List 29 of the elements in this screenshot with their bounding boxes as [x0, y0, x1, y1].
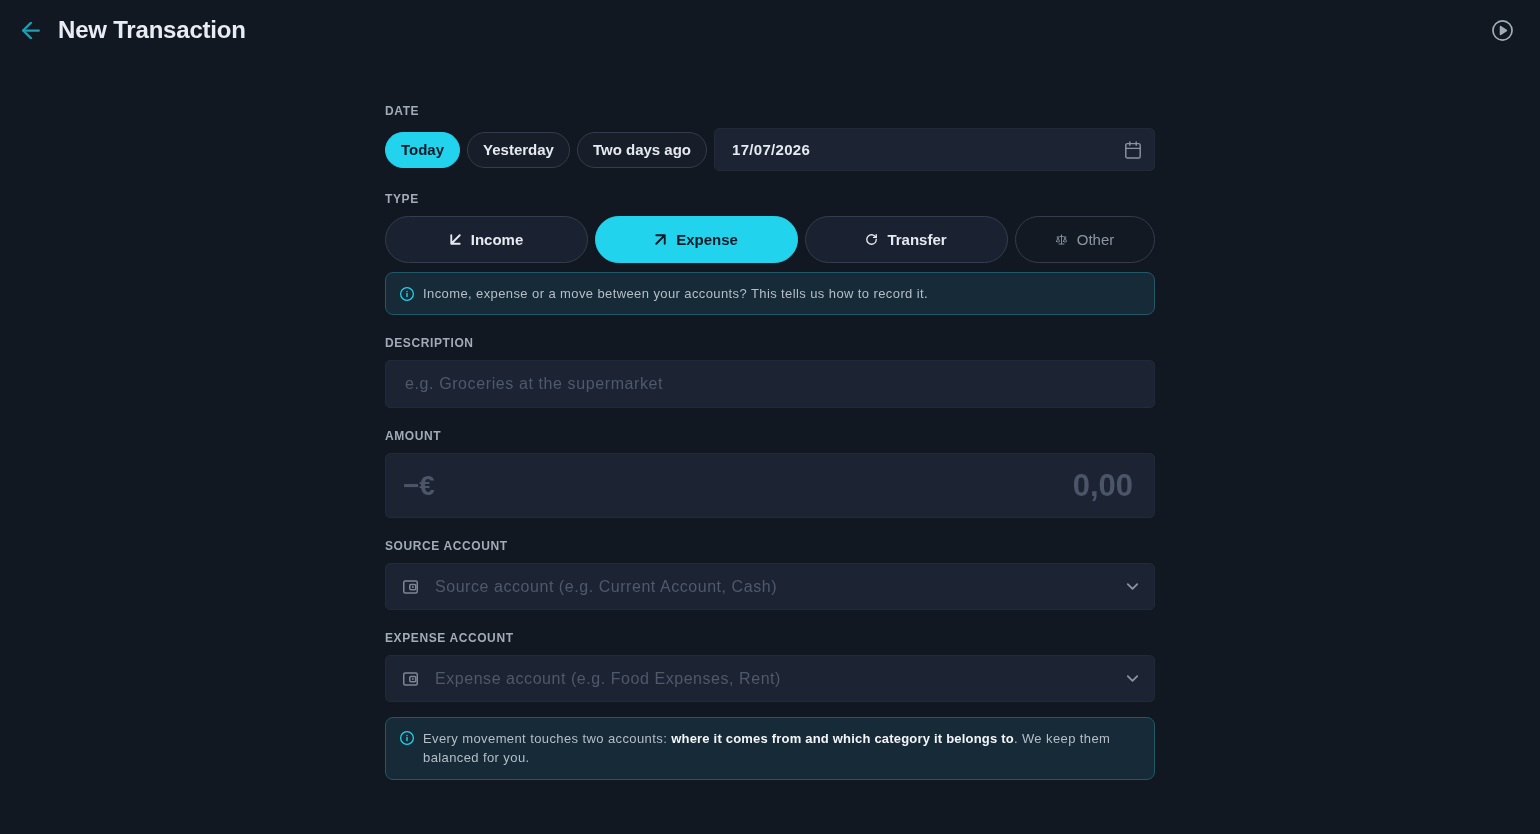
- scale-icon: [1055, 234, 1067, 245]
- date-chip[interactable]: Yesterday: [467, 131, 570, 168]
- info-text: Every movement touches two accounts: where it comes from and which category it belongs to. We keep them balanced for you.: [423, 730, 1112, 767]
- date-field[interactable]: 17/07/2026: [714, 128, 1155, 171]
- arrow-up-right-icon: [655, 234, 667, 245]
- page-title: New Transaction: [58, 16, 246, 44]
- field-label: TYPE: [385, 192, 419, 206]
- date-chip[interactable]: Today: [385, 131, 461, 168]
- field-label: AMOUNT: [385, 429, 442, 443]
- chevron-down-icon: [1127, 675, 1138, 682]
- date-chip[interactable]: Two days ago: [576, 131, 708, 168]
- arrow-down-left-icon: [449, 234, 461, 245]
- field-label: DATE: [385, 104, 420, 118]
- circular-arrow-icon: [866, 234, 878, 245]
- type-option-button[interactable]: Transfer: [805, 216, 1008, 263]
- type-option-button[interactable]: Income: [385, 216, 588, 263]
- field-label: DESCRIPTION: [385, 336, 474, 350]
- field-label: EXPENSE ACCOUNT: [385, 631, 514, 645]
- wallet-icon: [403, 579, 418, 594]
- info-text: Income, expense or a move between your accounts? This tells us how to record it.: [423, 285, 929, 303]
- info-icon: [400, 286, 414, 301]
- chevron-down-icon: [1127, 583, 1138, 590]
- type-option-button[interactable]: Expense: [595, 216, 798, 263]
- info-icon: [400, 731, 414, 745]
- wallet-icon: [403, 671, 418, 686]
- field-label: SOURCE ACCOUNT: [385, 539, 508, 553]
- currency-prefix: −€: [403, 469, 435, 502]
- play-icon[interactable]: [1492, 19, 1513, 41]
- calendar-icon[interactable]: [1125, 140, 1141, 159]
